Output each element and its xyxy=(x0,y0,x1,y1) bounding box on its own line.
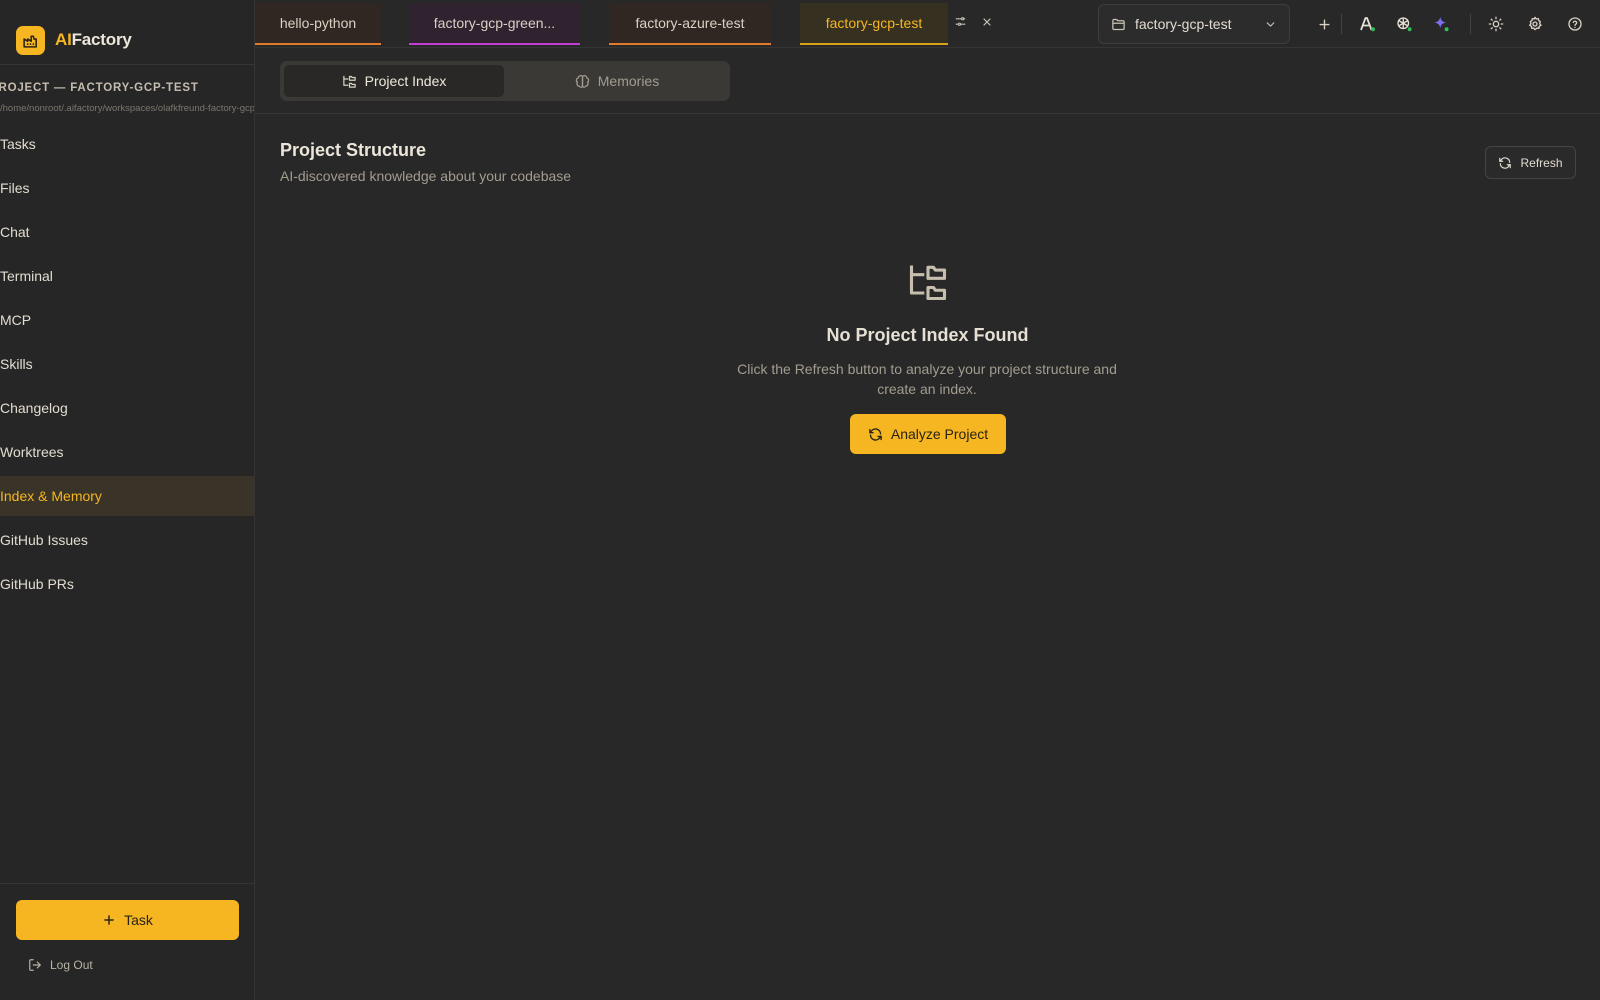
logout-icon xyxy=(29,959,41,971)
logout-label: Log Out xyxy=(50,958,93,972)
tab-memories[interactable]: Memories xyxy=(508,65,726,97)
gemini-provider-button[interactable] xyxy=(1431,14,1451,34)
divider xyxy=(0,64,254,65)
sun-icon xyxy=(1488,16,1504,32)
close-icon[interactable] xyxy=(981,16,993,28)
sub-tab-bar: Project Index Memories xyxy=(255,48,1600,114)
plus-icon xyxy=(104,915,114,925)
page-subtitle: AI-discovered knowledge about your codeb… xyxy=(280,168,572,184)
folder-tree-icon xyxy=(342,75,356,88)
top-bar: hello-python factory-gcp-green... factor… xyxy=(255,0,1600,48)
sidebar-item-skills[interactable]: Skills xyxy=(0,344,254,384)
tab-project-index[interactable]: Project Index xyxy=(284,65,504,97)
tab-label: hello-python xyxy=(279,15,357,31)
project-selector[interactable]: factory-gcp-test xyxy=(1098,4,1290,44)
tab-actions xyxy=(954,15,993,28)
sidebar-item-chat[interactable]: Chat xyxy=(0,212,254,252)
project-selector-value: factory-gcp-test xyxy=(1135,16,1232,32)
theme-toggle-button[interactable] xyxy=(1486,14,1506,34)
brand[interactable]: AIFactory xyxy=(16,25,132,55)
help-icon xyxy=(1568,17,1582,31)
project-path: /home/nonroot/.aifactory/workspaces/olaf… xyxy=(0,103,255,114)
brand-name: AIFactory xyxy=(55,30,132,49)
tab-memories-label: Memories xyxy=(597,73,660,89)
factory-logo-icon xyxy=(16,25,45,55)
refresh-button[interactable]: Refresh xyxy=(1485,146,1576,179)
anthropic-icon xyxy=(1360,17,1375,32)
toolbar-separator xyxy=(1341,14,1342,34)
sidebar-nav: Tasks Files Chat Terminal MCP Skills Cha… xyxy=(0,124,254,608)
help-button[interactable] xyxy=(1565,14,1585,34)
sidebar-item-index-memory[interactable]: Index & Memory xyxy=(0,476,254,516)
refresh-icon xyxy=(1499,156,1512,169)
page-title: Project Structure xyxy=(280,140,427,160)
logout-button[interactable]: Log Out xyxy=(28,958,93,972)
sidebar-item-files[interactable]: Files xyxy=(0,168,254,208)
add-project-button[interactable] xyxy=(1314,14,1334,34)
toolbar-separator xyxy=(1470,14,1471,34)
gear-icon xyxy=(1529,16,1542,31)
openai-icon xyxy=(1397,17,1412,32)
sidebar-item-terminal[interactable]: Terminal xyxy=(0,256,254,296)
divider xyxy=(0,883,254,884)
sidebar: AIFactory PROJECT — FACTORY-GCP-TEST /ho… xyxy=(0,0,255,1000)
refresh-label: Refresh xyxy=(1520,155,1563,170)
folder-tree-icon xyxy=(906,260,950,304)
tab-hello-python[interactable]: hello-python xyxy=(255,3,381,45)
sidebar-item-changelog[interactable]: Changelog xyxy=(0,388,254,428)
sidebar-item-tasks[interactable]: Tasks xyxy=(0,124,254,164)
folder-icon xyxy=(1112,18,1125,30)
project-heading: PROJECT — FACTORY-GCP-TEST xyxy=(0,82,199,94)
tab-factory-azure-test[interactable]: factory-azure-test xyxy=(609,3,771,45)
anthropic-provider-button[interactable] xyxy=(1357,14,1377,34)
chevron-down-icon xyxy=(1266,22,1275,27)
tab-settings-icon[interactable] xyxy=(954,15,967,28)
empty-state-description: Click the Refresh button to analyze your… xyxy=(737,361,1117,397)
tab-label: factory-gcp-green... xyxy=(433,15,556,31)
refresh-icon xyxy=(869,427,882,441)
settings-button[interactable] xyxy=(1525,14,1545,34)
sidebar-item-mcp[interactable]: MCP xyxy=(0,300,254,340)
sidebar-item-github-issues[interactable]: GitHub Issues xyxy=(0,520,254,560)
openai-provider-button[interactable] xyxy=(1394,14,1414,34)
tab-label: factory-gcp-test xyxy=(825,15,923,31)
brain-icon xyxy=(575,74,590,88)
sidebar-item-github-prs[interactable]: GitHub PRs xyxy=(0,564,254,604)
plus-icon xyxy=(1318,18,1330,30)
empty-state-title: No Project Index Found xyxy=(826,325,1029,345)
view-switcher: Project Index Memories xyxy=(280,61,730,101)
new-task-button[interactable]: Task xyxy=(16,900,239,940)
analyze-project-button[interactable]: Analyze Project xyxy=(850,414,1006,454)
new-task-label: Task xyxy=(124,912,153,928)
tab-factory-gcp-green[interactable]: factory-gcp-green... xyxy=(409,3,580,45)
analyze-project-label: Analyze Project xyxy=(890,426,989,442)
sidebar-item-worktrees[interactable]: Worktrees xyxy=(0,432,254,472)
tab-project-index-label: Project Index xyxy=(364,73,447,89)
tab-label: factory-azure-test xyxy=(635,15,745,31)
main-content: Project Structure AI-discovered knowledg… xyxy=(255,114,1600,1000)
tab-factory-gcp-test[interactable]: factory-gcp-test xyxy=(800,3,948,45)
sparkle-icon xyxy=(1434,16,1449,32)
